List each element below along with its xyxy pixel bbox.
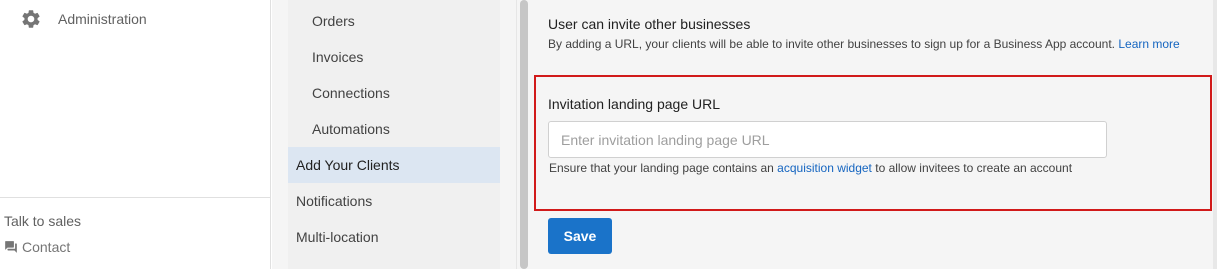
helper-prefix: Ensure that your landing page contains a… [549,161,774,175]
sidebar-divider [0,197,271,198]
nav-item-orders[interactable]: Orders [288,3,500,39]
nav-item-automations[interactable]: Automations [288,111,500,147]
helper-suffix: to allow invitees to create an account [875,161,1073,175]
invite-section-description: By adding a URL, your clients will be ab… [548,36,1193,52]
gear-icon [22,10,40,28]
talk-to-sales-link[interactable]: Talk to sales [4,213,81,229]
nav-item-invoices[interactable]: Invoices [288,39,500,75]
helper-text: Ensure that your landing page contains a… [549,161,1072,175]
invite-description-text: By adding a URL, your clients will be ab… [548,37,1115,51]
learn-more-link[interactable]: Learn more [1118,37,1179,51]
save-button[interactable]: Save [548,218,612,254]
contact-link[interactable]: Contact [4,239,70,255]
nav-item-notifications[interactable]: Notifications [288,183,500,219]
nav-item-connections[interactable]: Connections [288,75,500,111]
invitation-url-input[interactable] [548,121,1107,158]
contact-label: Contact [22,239,71,255]
settings-nav-panel: Orders Invoices Connections Automations … [288,0,500,269]
nav-item-add-your-clients[interactable]: Add Your Clients [288,147,500,183]
settings-nav: Orders Invoices Connections Automations … [272,0,516,269]
sidebar-item-administration[interactable]: Administration [20,6,147,32]
sidebar-item-label: Administration [58,11,147,27]
chat-icon [5,241,17,253]
scrollbar-thumb[interactable] [520,0,528,269]
acquisition-widget-link[interactable]: acquisition widget [777,161,872,175]
nav-item-multi-location[interactable]: Multi-location [288,219,500,255]
main-content: User can invite other businesses By addi… [532,0,1217,269]
invitation-url-label: Invitation landing page URL [548,96,721,112]
left-sidebar: Administration Talk to sales Contact [0,0,271,269]
invite-section-title: User can invite other businesses [548,16,751,32]
window-edge [1213,0,1217,269]
